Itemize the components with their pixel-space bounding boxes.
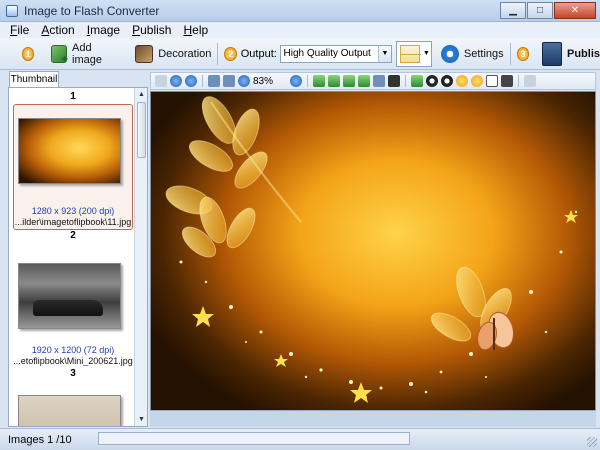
- app-icon: [6, 4, 18, 17]
- thumbnail-number: 1: [70, 91, 76, 102]
- zoom-level[interactable]: 83%: [253, 76, 287, 87]
- maximize-icon: □: [536, 5, 544, 16]
- crop-icon[interactable]: [388, 75, 400, 87]
- step-2-badge: 2: [224, 46, 238, 61]
- maximize-button[interactable]: □: [527, 2, 553, 19]
- preview-bottom-strip: [150, 410, 596, 427]
- window-title: Image to Flash Converter: [24, 3, 160, 18]
- chevron-down-icon: ▼: [377, 45, 391, 62]
- menu-image[interactable]: Image: [87, 23, 120, 37]
- output-select[interactable]: High Quality Output ▼: [279, 44, 392, 63]
- toolbar-separator: [518, 75, 519, 87]
- menu-action[interactable]: Action: [41, 23, 74, 37]
- menu-file[interactable]: File: [10, 23, 29, 37]
- toolbar-separator: [509, 42, 511, 65]
- tab-thumbnail[interactable]: Thumbnail: [9, 71, 59, 87]
- sparkle-icon[interactable]: [456, 75, 468, 87]
- settings-button[interactable]: Settings: [440, 44, 504, 63]
- scrollbar-thumb[interactable]: [137, 102, 146, 158]
- output-label: Output:: [240, 47, 277, 60]
- thumbnail-number: 3: [70, 368, 76, 379]
- publish-book-icon: [542, 41, 562, 66]
- title-bar: Image to Flash Converter ▁ □ ✕: [0, 0, 600, 22]
- rotate-left-icon[interactable]: [343, 75, 355, 87]
- publish-label: Publis: [567, 47, 600, 60]
- status-progress-bar: [98, 432, 410, 445]
- previous-page-icon[interactable]: [155, 75, 167, 87]
- brightness-icon[interactable]: [441, 75, 453, 87]
- image-preview[interactable]: [150, 91, 596, 427]
- thumbnail-image[interactable]: [18, 263, 121, 329]
- flip-horizontal-icon[interactable]: [313, 75, 325, 87]
- chevron-down-icon: ▼: [422, 49, 430, 57]
- thumbnail-path: ...etoflipbook\Mini_200621.jpg: [13, 356, 133, 366]
- toolbar-separator: [405, 75, 406, 87]
- undo-icon[interactable]: [524, 75, 536, 87]
- minimize-button[interactable]: ▁: [500, 2, 526, 19]
- layout-template-select[interactable]: ▼: [395, 40, 432, 67]
- effects-icon[interactable]: [471, 75, 483, 87]
- preview-image: [151, 92, 595, 426]
- zoom-icon[interactable]: [238, 75, 250, 87]
- sharpen-icon[interactable]: [486, 75, 498, 87]
- toolbar-separator: [202, 75, 203, 87]
- menu-help[interactable]: Help: [183, 23, 208, 37]
- decoration-icon: [135, 44, 154, 63]
- thumbnail-path: ...ilder\imagetoflipbook\11.jpg: [14, 217, 132, 227]
- resize-grip-icon[interactable]: [587, 437, 597, 447]
- step-1-badge: 1: [21, 46, 35, 61]
- main-toolbar: 1 Add image Decoration 2 Output: High Qu…: [0, 38, 600, 70]
- previous-icon[interactable]: [170, 75, 182, 87]
- thumbnail-size: 1280 x 923 (200 dpi): [31, 206, 115, 216]
- toolbar-separator: [307, 75, 308, 87]
- thumbnail-scrollbar[interactable]: ▲ ▼: [134, 88, 147, 426]
- thumbnail-image[interactable]: [18, 395, 121, 426]
- thumbnail-size: 1920 x 1200 (72 dpi): [31, 345, 115, 355]
- add-image-button[interactable]: Add image: [50, 41, 119, 66]
- add-image-icon: [50, 44, 68, 66]
- menu-bar: File Action Image Publish Help: [0, 22, 600, 38]
- add-image-label: Add image: [72, 41, 102, 66]
- minimize-icon: ▁: [509, 5, 517, 16]
- output-select-value: High Quality Output: [283, 48, 371, 59]
- thumbnail-image[interactable]: [18, 118, 121, 184]
- contrast-icon[interactable]: [426, 75, 438, 87]
- flip-vertical-icon[interactable]: [328, 75, 340, 87]
- scroll-down-icon[interactable]: ▼: [135, 413, 147, 426]
- window-controls: ▁ □ ✕: [500, 2, 596, 19]
- gear-icon: [440, 44, 459, 63]
- rotate-right-icon[interactable]: [358, 75, 370, 87]
- fit-window-icon[interactable]: [208, 75, 220, 87]
- save-image-icon[interactable]: [411, 75, 423, 87]
- publish-button[interactable]: Publis: [542, 41, 600, 66]
- toolbar-separator: [217, 42, 219, 65]
- grid-view-icon[interactable]: [501, 75, 513, 87]
- image-toolbar: 83%: [150, 72, 596, 90]
- decoration-button[interactable]: Decoration: [135, 44, 212, 63]
- status-text: Images 1 /10: [8, 433, 72, 446]
- thumbnail-number: 2: [70, 230, 76, 241]
- menu-publish[interactable]: Publish: [132, 23, 171, 37]
- step-3-badge: 3: [516, 46, 530, 61]
- thumbnail-panel: 1 1280 x 923 (200 dpi) ...ilder\imagetof…: [8, 87, 148, 427]
- close-icon: ✕: [570, 5, 580, 16]
- decoration-label: Decoration: [158, 47, 212, 60]
- layout-template-icon: [399, 44, 421, 63]
- rotate-icon[interactable]: [373, 75, 385, 87]
- next-icon[interactable]: [185, 75, 197, 87]
- close-button[interactable]: ✕: [554, 2, 596, 19]
- fit-width-icon[interactable]: [223, 75, 235, 87]
- scroll-up-icon[interactable]: ▲: [135, 88, 147, 101]
- zoom-out-icon[interactable]: [290, 75, 302, 87]
- settings-label: Settings: [463, 47, 504, 60]
